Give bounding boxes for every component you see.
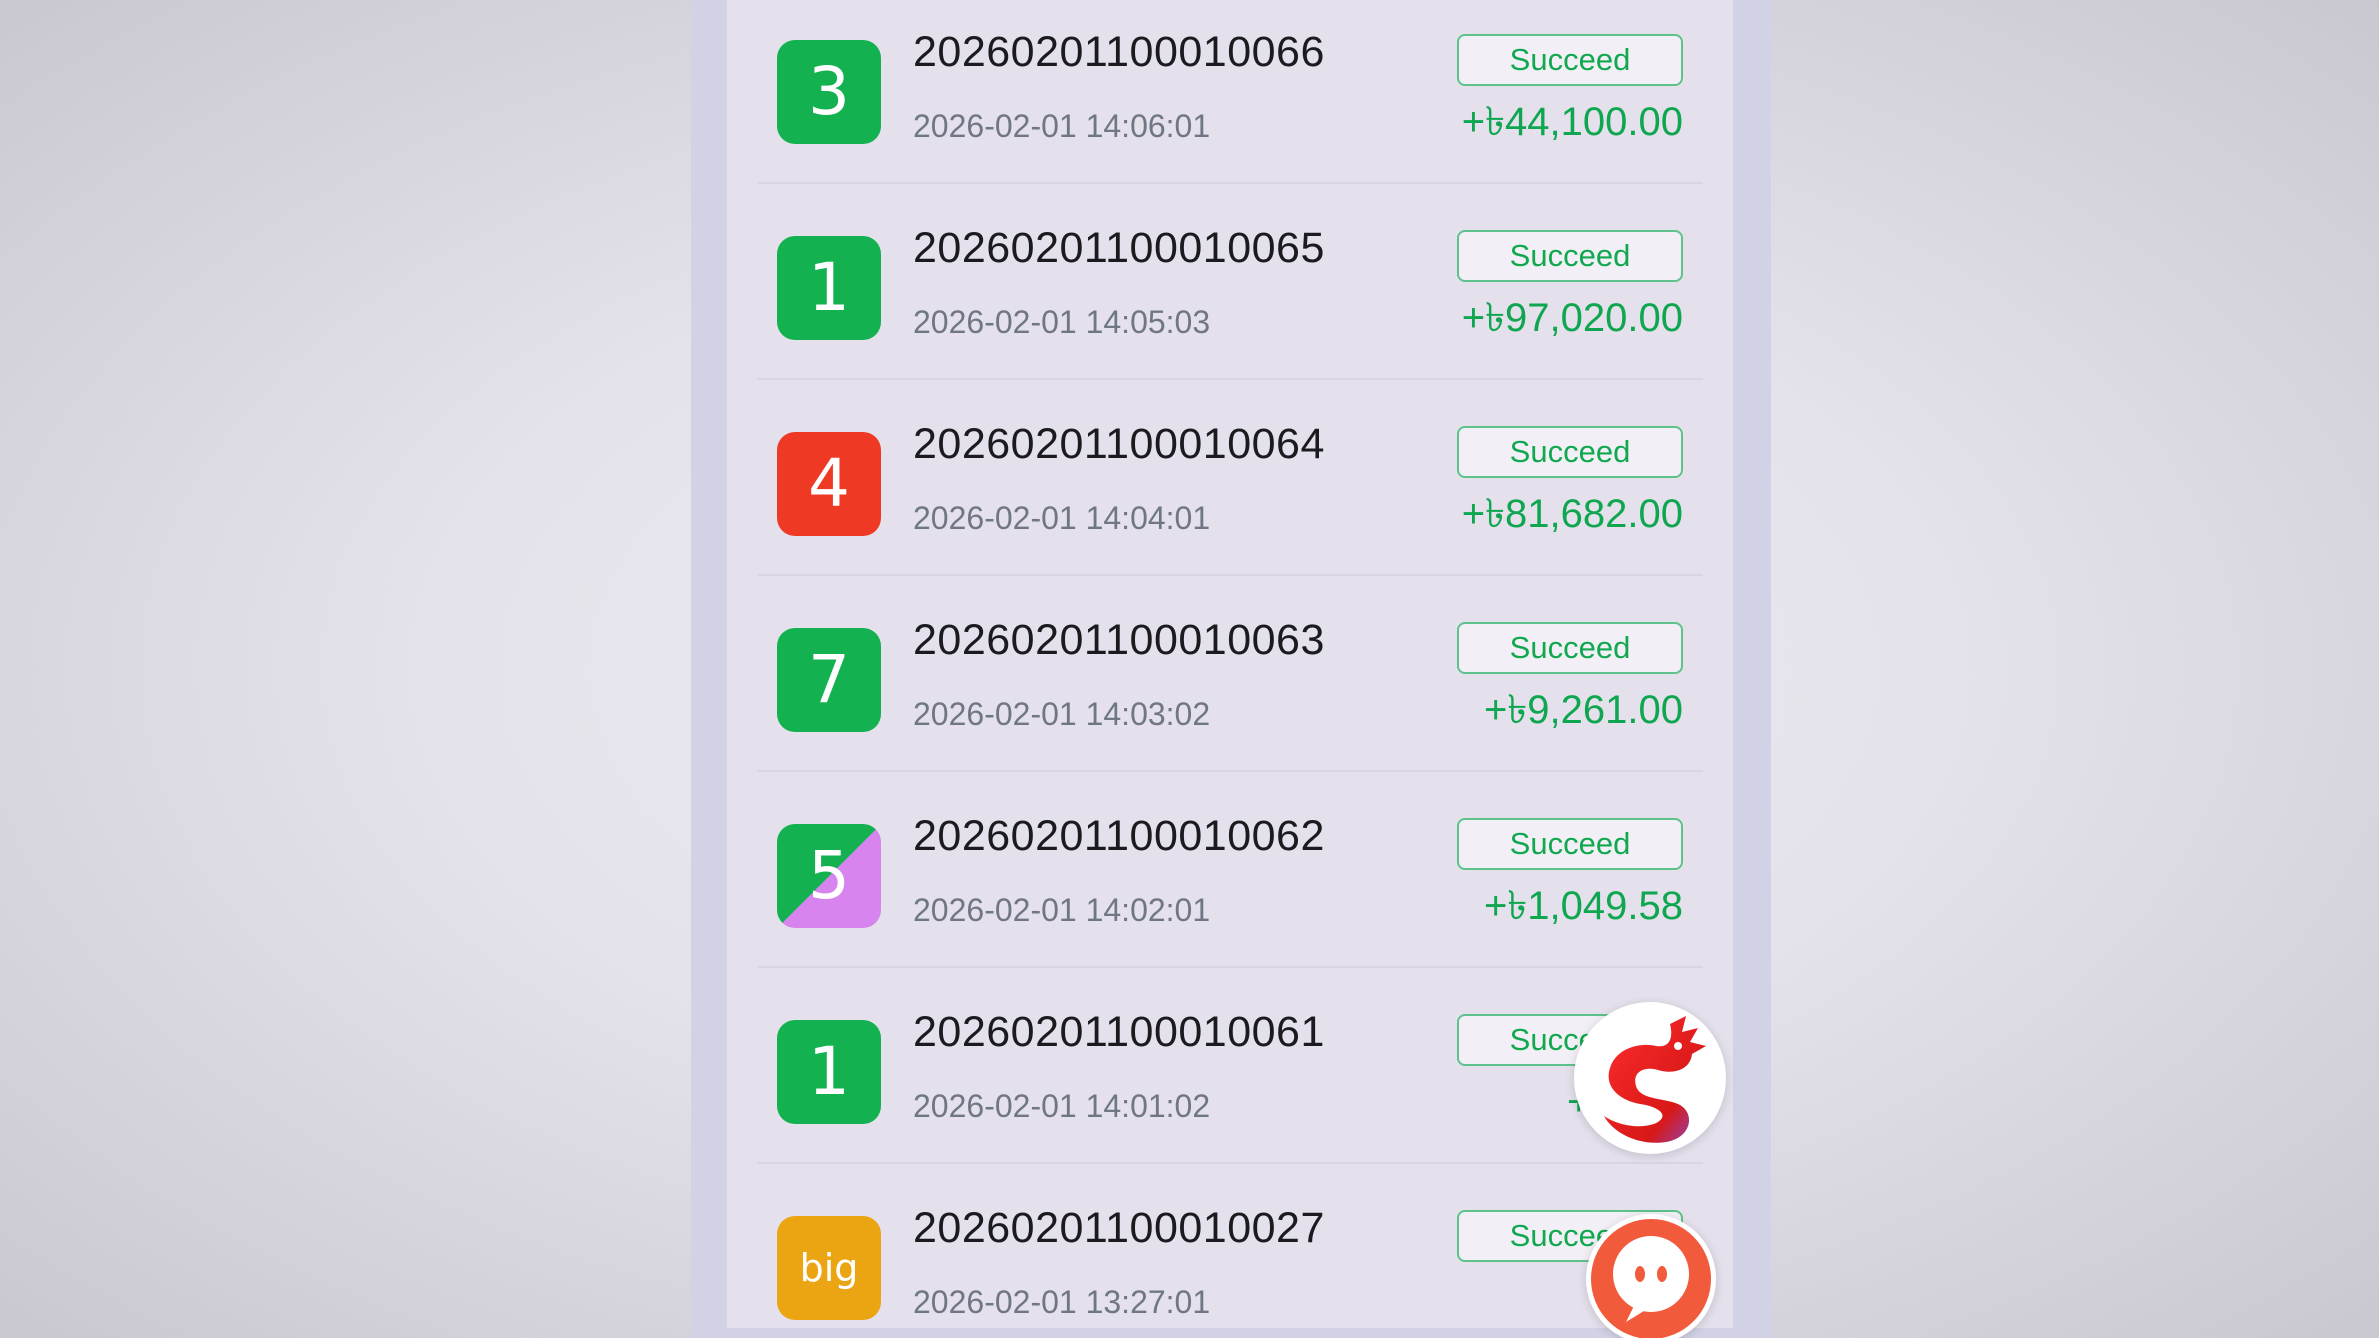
order-id: 20260201100010061 — [913, 1008, 1325, 1056]
dragon-logo-graphic — [1604, 1016, 1706, 1143]
result-ball: 1 — [777, 236, 881, 340]
row-time: 2026-02-01 14:01:02 — [913, 1088, 1211, 1124]
row-time: 2026-02-01 14:03:02 — [913, 696, 1211, 732]
dragon-logo-icon[interactable] — [1574, 1002, 1726, 1154]
list-item[interactable]: 1 20260201100010065 2026-02-01 14:05:03 … — [727, 184, 1733, 380]
row-time: 2026-02-01 14:04:01 — [913, 500, 1211, 536]
chat-bubble-graphic — [1591, 1219, 1711, 1338]
order-id: 20260201100010062 — [913, 812, 1325, 860]
result-ball: 7 — [777, 628, 881, 732]
order-id: 20260201100010066 — [913, 28, 1325, 76]
status-badge: Succeed — [1457, 818, 1683, 870]
result-ball: 4 — [777, 432, 881, 536]
amount: +৳1,049.58 — [1484, 884, 1683, 928]
result-ball: 5 — [777, 824, 881, 928]
amount: +৳44,100.00 — [1461, 100, 1683, 144]
status-badge: Succeed — [1457, 426, 1683, 478]
row-time: 2026-02-01 13:27:01 — [913, 1284, 1211, 1320]
result-ball: 1 — [777, 1020, 881, 1124]
status-badge: Succeed — [1457, 622, 1683, 674]
transaction-list: 3 20260201100010066 2026-02-01 14:06:01 … — [727, 0, 1733, 1328]
result-ball: big — [777, 1216, 881, 1320]
list-item[interactable]: 4 20260201100010064 2026-02-01 14:04:01 … — [727, 380, 1733, 576]
list-item[interactable]: 3 20260201100010066 2026-02-01 14:06:01 … — [727, 0, 1733, 184]
chat-bubble-icon[interactable] — [1586, 1214, 1716, 1338]
order-id: 20260201100010063 — [913, 616, 1325, 664]
row-time: 2026-02-01 14:06:01 — [913, 108, 1211, 144]
list-item[interactable]: big 20260201100010027 2026-02-01 13:27:0… — [727, 1164, 1733, 1338]
list-item[interactable]: 5 20260201100010062 2026-02-01 14:02:01 … — [727, 772, 1733, 968]
order-id: 20260201100010064 — [913, 420, 1325, 468]
order-id: 20260201100010065 — [913, 224, 1325, 272]
row-time: 2026-02-01 14:02:01 — [913, 892, 1211, 928]
amount: +৳97,020.00 — [1461, 296, 1683, 340]
result-ball: 3 — [777, 40, 881, 144]
order-id: 20260201100010027 — [913, 1204, 1325, 1252]
status-badge: Succeed — [1457, 34, 1683, 86]
status-badge: Succeed — [1457, 230, 1683, 282]
amount: +৳9,261.00 — [1484, 688, 1683, 732]
list-item[interactable]: 7 20260201100010063 2026-02-01 14:03:02 … — [727, 576, 1733, 772]
row-time: 2026-02-01 14:05:03 — [913, 304, 1211, 340]
amount: +৳81,682.00 — [1461, 492, 1683, 536]
